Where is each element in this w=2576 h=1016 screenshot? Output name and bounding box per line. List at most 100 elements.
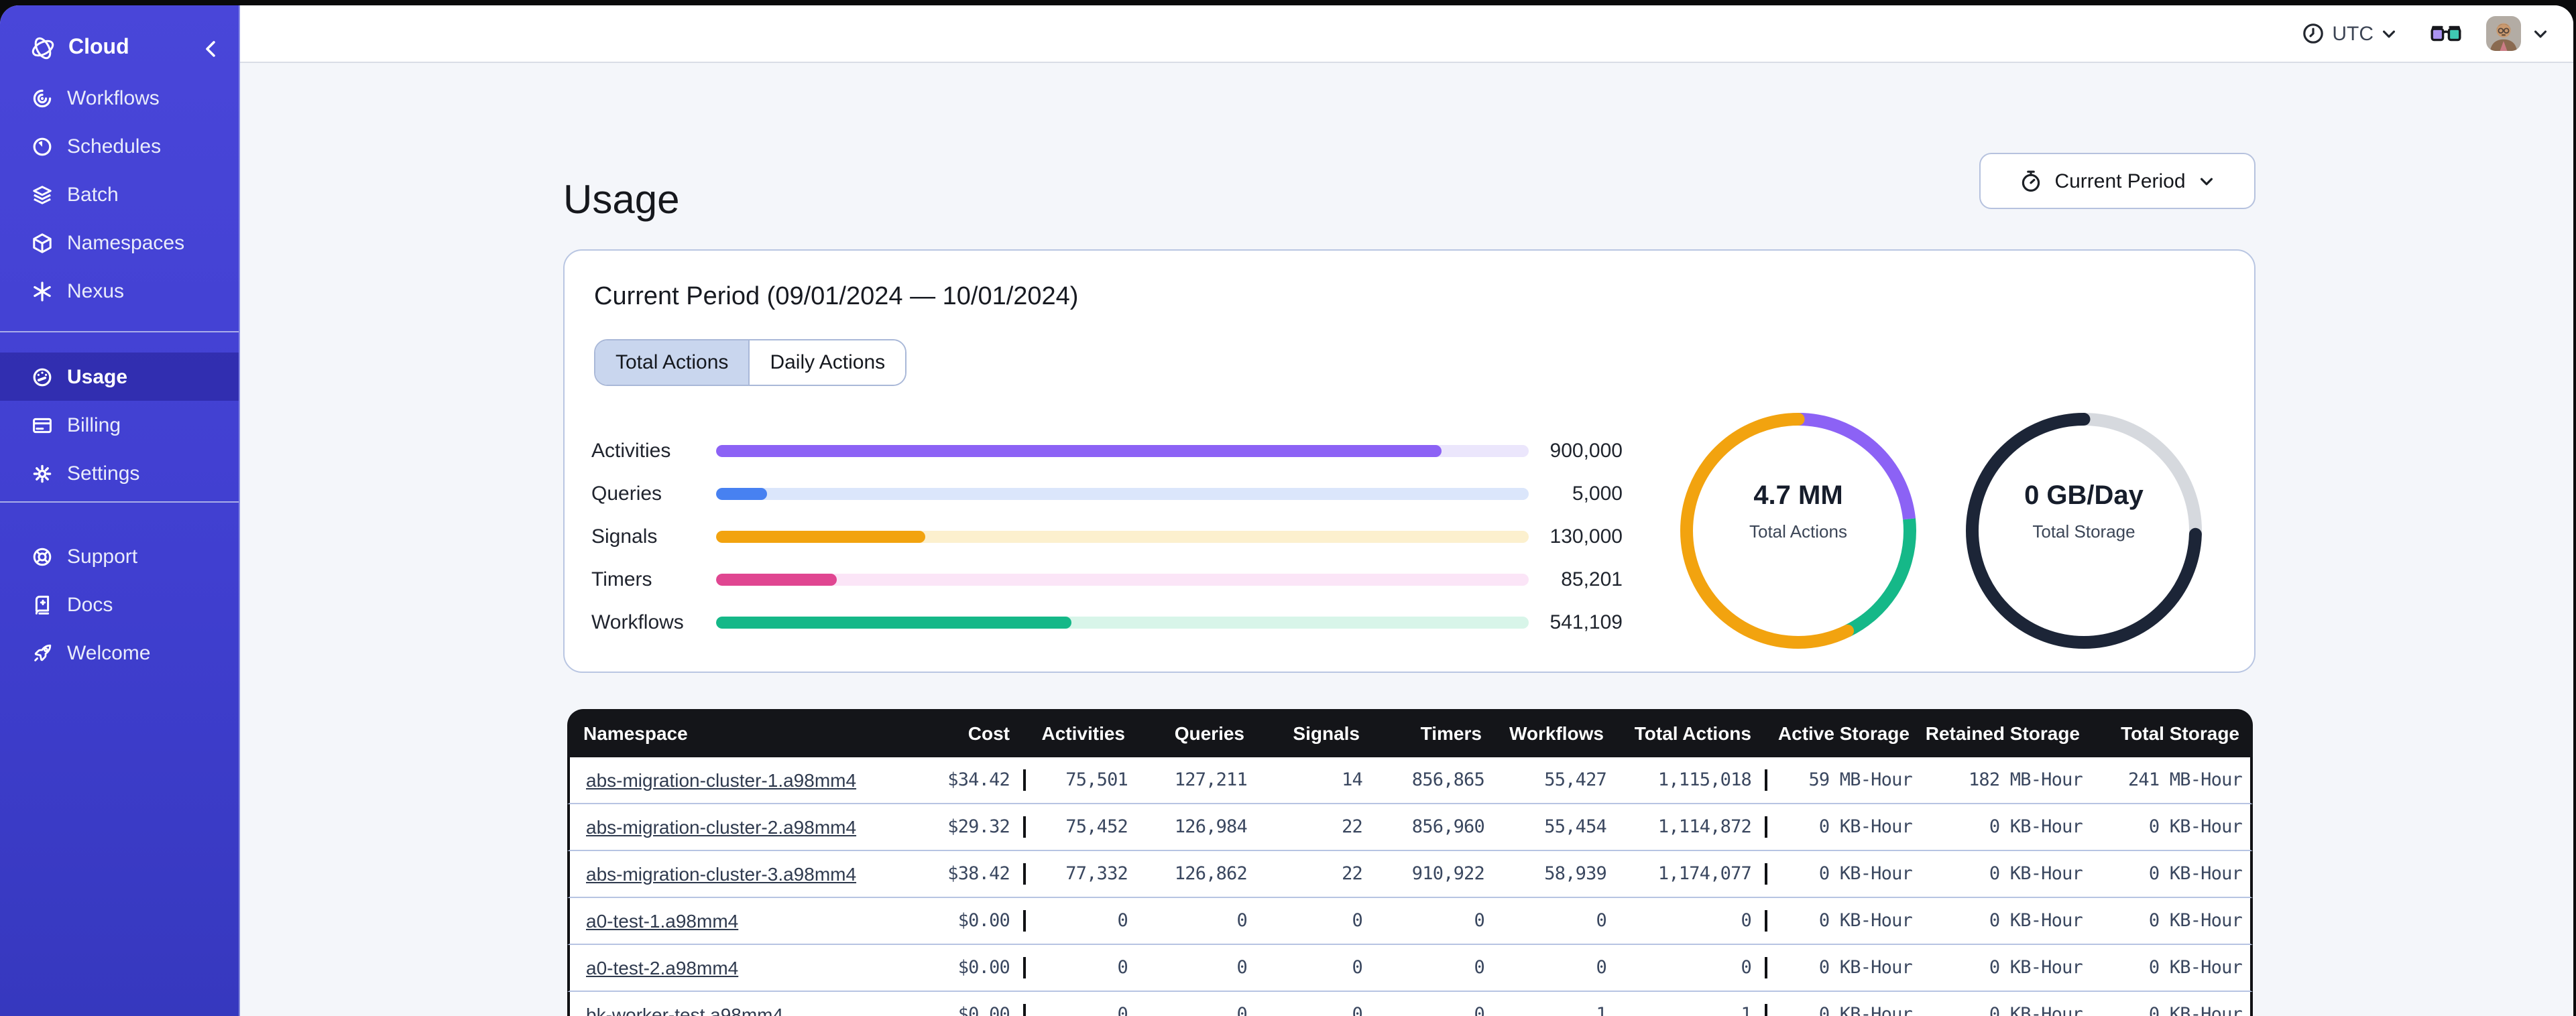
timezone-selector[interactable]: UTC: [2301, 21, 2398, 46]
bar-row-queries: Queries 5,000: [591, 472, 1631, 515]
bar-track: [716, 616, 1529, 628]
sidebar-item-namespaces[interactable]: Namespaces: [0, 218, 239, 267]
timers-cell: 0: [1474, 1004, 1485, 1016]
sidebar-brand: Cloud: [0, 23, 239, 74]
sidebar-item-settings[interactable]: Settings: [0, 449, 239, 497]
bar-label: Workflows: [591, 611, 684, 633]
sidebar-item-batch[interactable]: Batch: [0, 170, 239, 218]
namespace-link[interactable]: bk-worker-test.a98mm4: [586, 1003, 783, 1016]
column-header-timers: Timers: [1420, 722, 1482, 744]
workflows-cell: 1: [1596, 1004, 1607, 1016]
active-storage-cell: 0 KB-Hour: [1818, 1004, 1913, 1016]
retained-storage-cell: 0 KB-Hour: [1989, 957, 2083, 978]
settings-icon: [33, 464, 52, 483]
timers-cell: 856,865: [1411, 769, 1485, 791]
sidebar-item-workflows[interactable]: Workflows: [0, 74, 239, 122]
sidebar-item-usage[interactable]: Usage: [0, 353, 239, 401]
workflows-cell: 58,939: [1544, 863, 1607, 885]
sidebar-item-billing[interactable]: Billing: [0, 401, 239, 449]
page-title: Usage: [563, 178, 680, 223]
namespace-link[interactable]: abs-migration-cluster-3.a98mm4: [586, 863, 856, 884]
total-actions-donut: [1680, 413, 1916, 649]
table-header: Namespace Cost Activities Queries Signal…: [567, 709, 2253, 757]
timers-cell: 856,960: [1411, 816, 1485, 838]
retained-storage-cell: 182 MB-Hour: [1968, 769, 2083, 791]
sidebar-item-docs[interactable]: Docs: [0, 580, 239, 629]
queries-cell: 126,984: [1174, 816, 1248, 838]
sidebar-item-label: Nexus: [67, 279, 125, 302]
schedules-icon: [33, 137, 52, 155]
bar-fill: [716, 530, 925, 542]
sidebar-item-nexus[interactable]: Nexus: [0, 267, 239, 315]
column-header-cost: Cost: [968, 722, 1010, 744]
tab-total-actions[interactable]: Total Actions: [595, 340, 749, 385]
total-actions-cell: 1: [1620, 1004, 1767, 1016]
namespace-link[interactable]: a0-test-1.a98mm4: [586, 909, 738, 931]
usage-card: Current Period (09/01/2024 — 10/01/2024)…: [563, 249, 2256, 673]
bar-label: Timers: [591, 568, 652, 590]
column-header-activities: Activities: [1041, 722, 1126, 744]
sidebar-item-label: Namespaces: [67, 231, 185, 254]
queries-cell: 0: [1236, 957, 1248, 978]
total-storage-cell: 0 KB-Hour: [2148, 910, 2243, 932]
stopwatch-icon: [2022, 170, 2040, 192]
sidebar-item-welcome[interactable]: Welcome: [0, 629, 239, 677]
chevron-down-icon[interactable]: [2532, 25, 2549, 42]
namespace-usage-table: Namespace Cost Activities Queries Signal…: [567, 709, 2253, 1016]
total-storage-cell: 241 MB-Hour: [2127, 769, 2243, 791]
signals-cell: 22: [1342, 863, 1363, 885]
cost-cell: $0.00: [902, 957, 1026, 978]
period-selector-button[interactable]: Current Period: [1979, 153, 2256, 209]
bar-row-activities: Activities 900,000: [591, 429, 1631, 472]
nexus-icon: [34, 281, 51, 301]
total-actions-cell: 0: [1620, 910, 1767, 932]
signals-cell: 22: [1342, 816, 1363, 838]
sidebar-item-schedules[interactable]: Schedules: [0, 122, 239, 170]
total-actions-cell: 0: [1620, 957, 1767, 978]
column-header-retained-storage: Retained Storage: [1925, 722, 2080, 744]
retained-storage-cell: 0 KB-Hour: [1989, 1004, 2083, 1016]
namespace-link[interactable]: abs-migration-cluster-1.a98mm4: [586, 769, 856, 790]
app-window: Cloud Workflows Schedules Batch Namespac…: [0, 5, 2573, 1016]
bar-label: Signals: [591, 525, 658, 548]
period-selector-label: Current Period: [2054, 170, 2186, 192]
active-storage-cell: 0 KB-Hour: [1818, 957, 1913, 978]
sidebar-item-label: Usage: [67, 365, 128, 388]
namespace-link[interactable]: a0-test-2.a98mm4: [586, 956, 738, 978]
timers-cell: 910,922: [1411, 863, 1485, 885]
bar-track: [716, 573, 1529, 585]
workflows-cell: 0: [1596, 910, 1607, 932]
table-row: a0-test-1.a98mm4 $0.00 0 0 0 0 0 0 0 KB-…: [567, 898, 2253, 945]
queries-cell: 0: [1236, 910, 1248, 932]
timezone-label: UTC: [2332, 22, 2374, 45]
bar-row-workflows: Workflows 541,109: [591, 600, 1631, 643]
signals-cell: 0: [1352, 910, 1363, 932]
timers-cell: 0: [1474, 957, 1485, 978]
support-icon: [33, 547, 52, 566]
namespaces-icon: [33, 233, 52, 253]
docs-icon: [35, 594, 50, 614]
chevron-left-icon[interactable]: [200, 37, 223, 60]
sidebar-item-support[interactable]: Support: [0, 532, 239, 580]
activities-cell: 0: [1117, 910, 1128, 932]
topbar: UTC: [240, 5, 2573, 63]
usage-card-title: Current Period (09/01/2024 — 10/01/2024): [594, 283, 1079, 311]
billing-icon: [33, 417, 52, 433]
user-avatar-image: [2486, 16, 2521, 51]
namespace-link[interactable]: abs-migration-cluster-2.a98mm4: [586, 816, 856, 837]
bar-fill: [716, 444, 1442, 456]
bar-value: 541,109: [1549, 611, 1623, 633]
sidebar-nav-main: Workflows Schedules Batch Namespaces Nex…: [0, 74, 239, 315]
reading-glasses-icon[interactable]: [2430, 24, 2462, 43]
sidebar-item-label: Billing: [67, 414, 121, 436]
user-avatar[interactable]: [2486, 16, 2521, 51]
tab-daily-actions[interactable]: Daily Actions: [748, 340, 906, 385]
bar-row-timers: Timers 85,201: [591, 558, 1631, 600]
activities-cell: 0: [1117, 1004, 1128, 1016]
activities-cell: 0: [1117, 957, 1128, 978]
workflows-cell: 55,454: [1544, 816, 1607, 838]
total-storage-cell: 0 KB-Hour: [2148, 816, 2243, 838]
sidebar-item-label: Docs: [67, 593, 113, 616]
active-storage-cell: 0 KB-Hour: [1818, 816, 1913, 838]
bar-label: Queries: [591, 482, 662, 505]
